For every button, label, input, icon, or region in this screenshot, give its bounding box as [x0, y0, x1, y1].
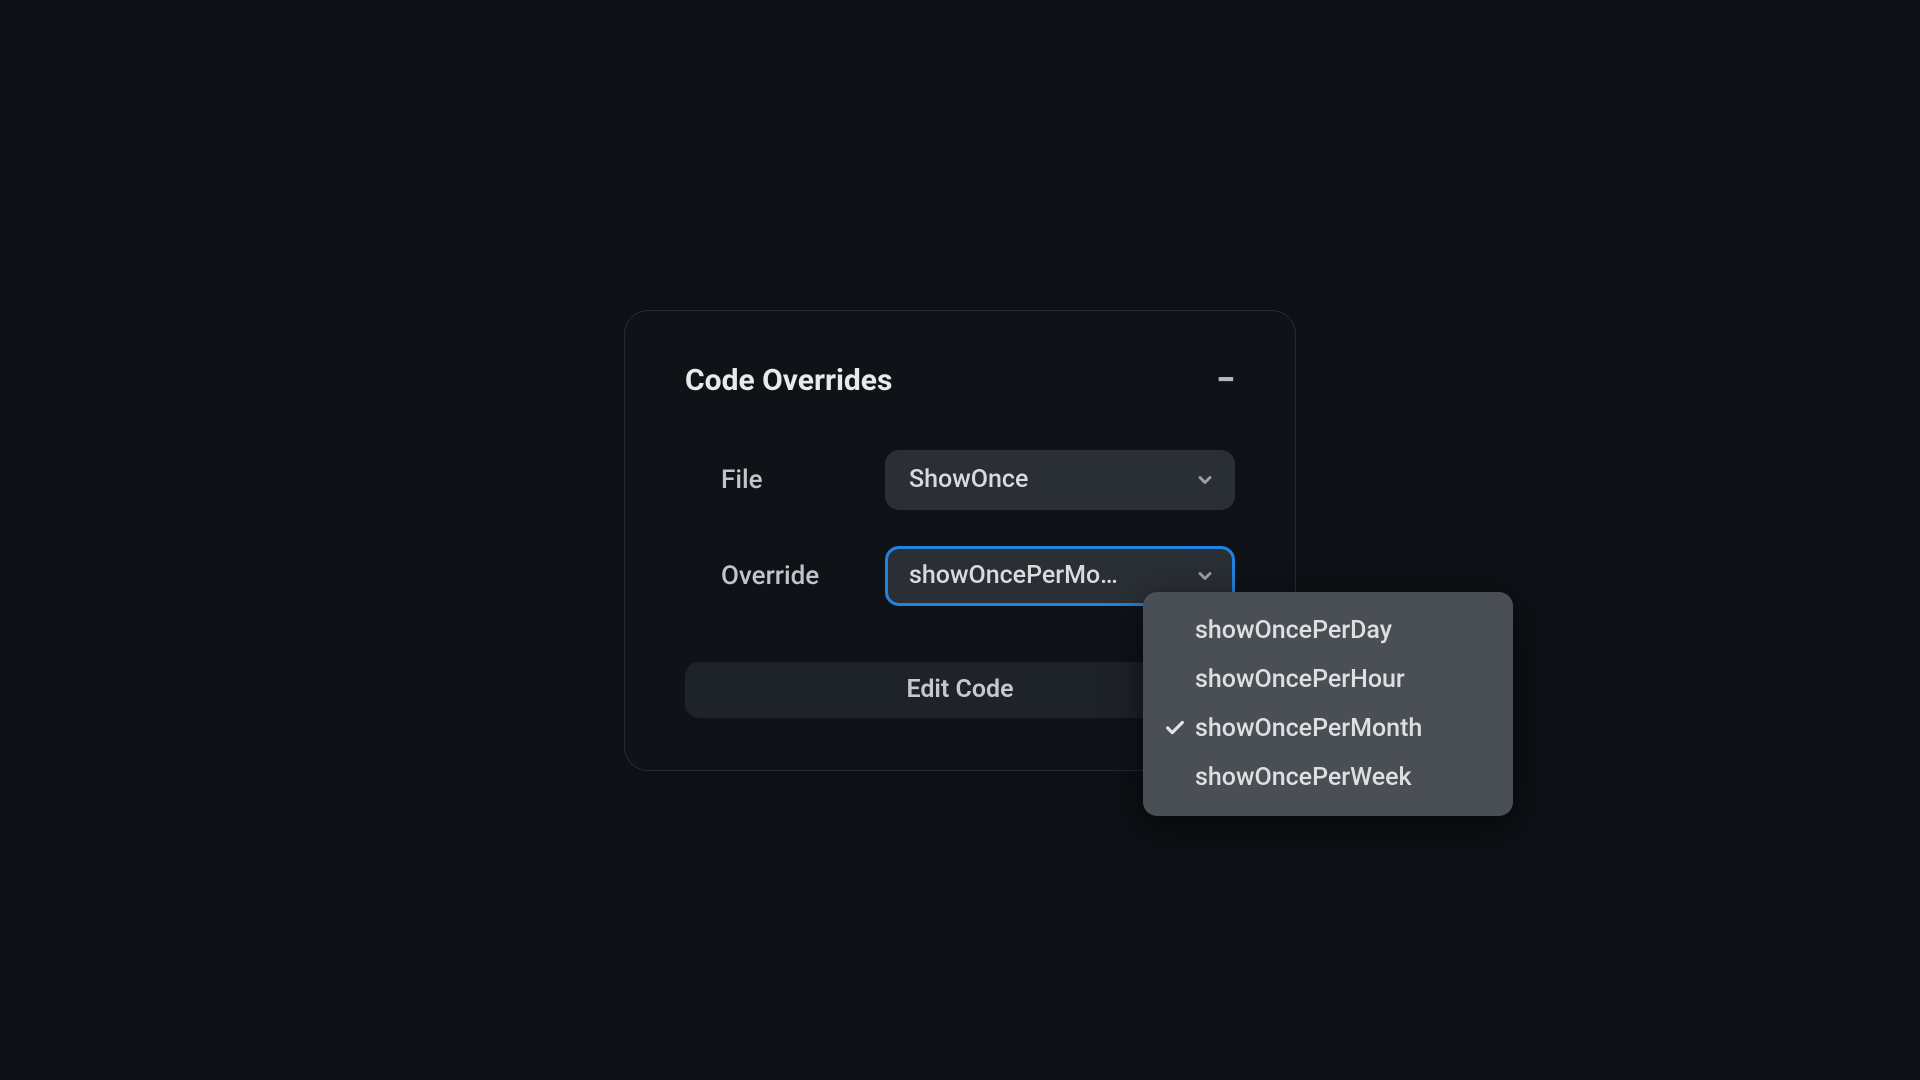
dropdown-item[interactable]: showOncePerMonth — [1143, 704, 1513, 753]
dropdown-item-label: showOncePerWeek — [1195, 763, 1412, 792]
file-row: File ShowOnce — [685, 450, 1235, 510]
panel-title: Code Overrides — [685, 363, 892, 398]
dropdown-item[interactable]: showOncePerHour — [1143, 655, 1513, 704]
dropdown-item[interactable]: showOncePerWeek — [1143, 753, 1513, 802]
file-select[interactable]: ShowOnce — [885, 450, 1235, 510]
file-label: File — [685, 465, 885, 495]
chevron-down-icon — [1195, 566, 1215, 586]
panel-header: Code Overrides − — [685, 363, 1235, 398]
file-select-value: ShowOnce — [909, 465, 1028, 494]
collapse-icon[interactable]: − — [1216, 363, 1235, 397]
override-select-value: showOncePerMo… — [909, 561, 1118, 590]
check-icon — [1161, 717, 1189, 739]
chevron-down-icon — [1195, 470, 1215, 490]
dropdown-item-label: showOncePerMonth — [1195, 714, 1422, 743]
override-label: Override — [685, 561, 885, 591]
dropdown-item[interactable]: showOncePerDay — [1143, 606, 1513, 655]
dropdown-item-label: showOncePerDay — [1195, 616, 1392, 645]
dropdown-item-label: showOncePerHour — [1195, 665, 1405, 694]
override-dropdown-menu: showOncePerDay showOncePerHour showOncePer… — [1143, 592, 1513, 816]
